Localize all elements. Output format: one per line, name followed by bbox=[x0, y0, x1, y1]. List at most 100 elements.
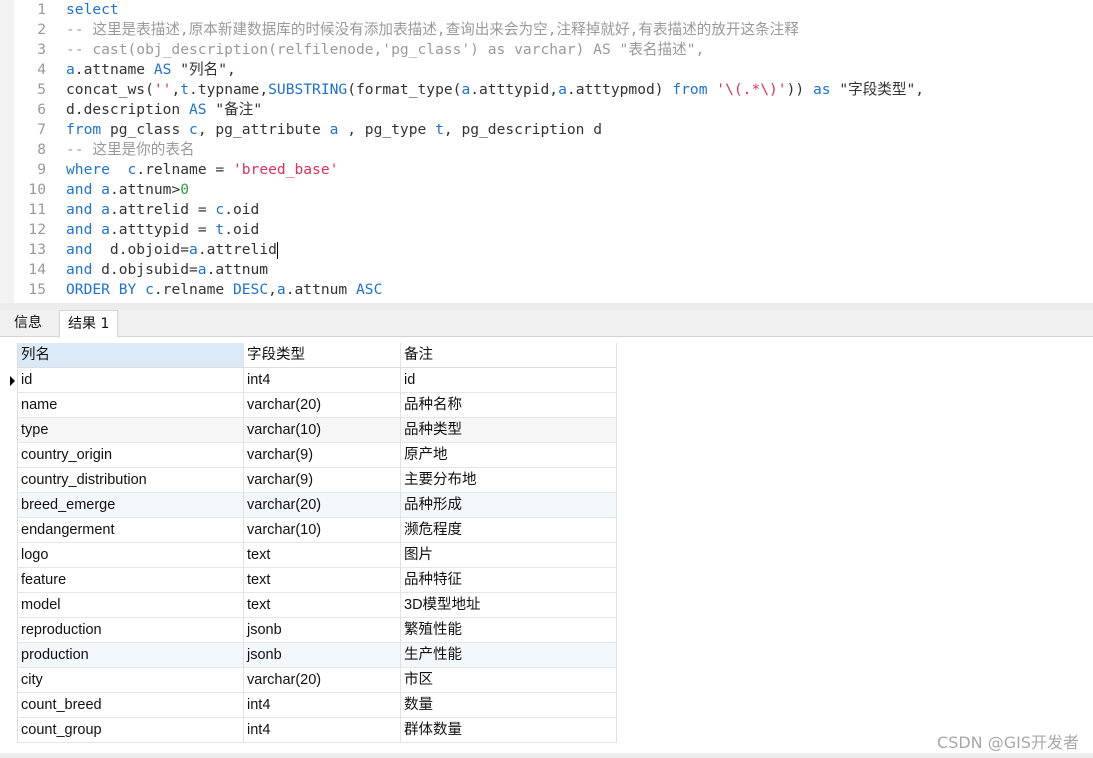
table-cell[interactable]: varchar(10) bbox=[244, 518, 401, 543]
code-line[interactable]: 9 where c.relname = 'breed_base' bbox=[0, 160, 338, 180]
column-header[interactable]: 字段类型 bbox=[244, 343, 401, 368]
code-line[interactable]: 14 and d.objsubid=a.attnum bbox=[0, 260, 268, 280]
sql-editor[interactable]: 1 select 2 -- 这里是表描述,原本新建数据库的时候没有添加表描述,查询出来… bbox=[0, 0, 1093, 303]
table-cell[interactable]: 生产性能 bbox=[401, 643, 617, 668]
table-cell[interactable]: 品种特征 bbox=[401, 568, 617, 593]
table-cell[interactable]: 群体数量 bbox=[401, 718, 617, 743]
code-line[interactable]: 8 -- 这里是你的表名 bbox=[0, 140, 194, 160]
row-indicator[interactable] bbox=[6, 668, 18, 693]
row-indicator[interactable] bbox=[6, 443, 18, 468]
table-row[interactable]: logo text 图片 bbox=[6, 543, 617, 568]
table-cell[interactable]: 数量 bbox=[401, 693, 617, 718]
table-cell[interactable]: production bbox=[18, 643, 244, 668]
code-line[interactable]: 4 a.attname AS "列名", bbox=[0, 60, 236, 80]
code-line[interactable]: 12 and a.atttypid = t.oid bbox=[0, 220, 259, 240]
code-line[interactable]: 1 select bbox=[0, 0, 119, 20]
table-cell[interactable]: text bbox=[244, 568, 401, 593]
table-cell[interactable]: 图片 bbox=[401, 543, 617, 568]
code-line[interactable]: 7 from pg_class c, pg_attribute a , pg_ty… bbox=[0, 120, 602, 140]
table-row[interactable]: type varchar(10) 品种类型 bbox=[6, 418, 617, 443]
table-row[interactable]: breed_emerge varchar(20) 品种形成 bbox=[6, 493, 617, 518]
table-cell[interactable]: text bbox=[244, 593, 401, 618]
table-cell[interactable]: country_distribution bbox=[18, 468, 244, 493]
table-row[interactable]: feature text 品种特征 bbox=[6, 568, 617, 593]
table-cell[interactable]: logo bbox=[18, 543, 244, 568]
row-indicator[interactable] bbox=[6, 518, 18, 543]
table-cell[interactable]: name bbox=[18, 393, 244, 418]
table-cell[interactable]: count_group bbox=[18, 718, 244, 743]
table-cell[interactable]: jsonb bbox=[244, 618, 401, 643]
table-cell[interactable]: varchar(9) bbox=[244, 443, 401, 468]
row-indicator[interactable] bbox=[6, 468, 18, 493]
table-row[interactable]: country_origin varchar(9) 原产地 bbox=[6, 443, 617, 468]
table-cell[interactable]: varchar(20) bbox=[244, 393, 401, 418]
table-row[interactable]: city varchar(20) 市区 bbox=[6, 668, 617, 693]
table-cell[interactable]: int4 bbox=[244, 693, 401, 718]
code-line[interactable]: 6 d.description AS "备注" bbox=[0, 100, 262, 120]
table-row[interactable]: production jsonb 生产性能 bbox=[6, 643, 617, 668]
splitter[interactable] bbox=[0, 303, 1093, 310]
tab-result-1[interactable]: 结果 1 bbox=[59, 310, 119, 338]
code-token: .oid bbox=[224, 221, 260, 238]
code-line[interactable]: 5 concat_ws('',t.typname,SUBSTRING(format… bbox=[0, 80, 924, 100]
column-header[interactable]: 列名 bbox=[18, 343, 244, 368]
row-indicator[interactable] bbox=[6, 493, 18, 518]
table-cell[interactable]: 品种名称 bbox=[401, 393, 617, 418]
table-cell[interactable]: varchar(20) bbox=[244, 493, 401, 518]
table-cell[interactable]: type bbox=[18, 418, 244, 443]
code-line[interactable]: 13 and d.objoid=a.attrelid bbox=[0, 240, 278, 260]
code-line[interactable]: 3 -- cast(obj_description(relfilenode,'pg… bbox=[0, 40, 704, 60]
table-cell[interactable]: 品种形成 bbox=[401, 493, 617, 518]
row-indicator[interactable] bbox=[6, 568, 18, 593]
table-cell[interactable]: id bbox=[401, 368, 617, 393]
row-indicator[interactable] bbox=[6, 593, 18, 618]
code-line[interactable]: 11 and a.attrelid = c.oid bbox=[0, 200, 259, 220]
table-row[interactable]: id int4 id bbox=[6, 368, 617, 393]
table-cell[interactable]: 濒危程度 bbox=[401, 518, 617, 543]
table-cell[interactable]: city bbox=[18, 668, 244, 693]
table-cell[interactable]: feature bbox=[18, 568, 244, 593]
row-indicator[interactable] bbox=[6, 543, 18, 568]
table-cell[interactable]: jsonb bbox=[244, 643, 401, 668]
table-cell[interactable]: 品种类型 bbox=[401, 418, 617, 443]
table-cell[interactable]: 原产地 bbox=[401, 443, 617, 468]
code-line[interactable]: 10 and a.attnum>0 bbox=[0, 180, 189, 200]
code-token: a bbox=[276, 281, 286, 298]
row-indicator[interactable] bbox=[6, 368, 18, 393]
row-indicator[interactable] bbox=[6, 618, 18, 643]
row-indicator[interactable] bbox=[6, 393, 18, 418]
table-row[interactable]: count_group int4 群体数量 bbox=[6, 718, 617, 743]
table-cell[interactable]: id bbox=[18, 368, 244, 393]
table-cell[interactable]: 繁殖性能 bbox=[401, 618, 617, 643]
table-cell[interactable]: breed_emerge bbox=[18, 493, 244, 518]
table-cell[interactable]: text bbox=[244, 543, 401, 568]
table-cell[interactable]: varchar(9) bbox=[244, 468, 401, 493]
row-indicator[interactable] bbox=[6, 643, 18, 668]
table-row[interactable]: endangerment varchar(10) 濒危程度 bbox=[6, 518, 617, 543]
table-cell[interactable]: endangerment bbox=[18, 518, 244, 543]
row-indicator[interactable] bbox=[6, 718, 18, 743]
table-cell[interactable]: country_origin bbox=[18, 443, 244, 468]
row-indicator[interactable] bbox=[6, 693, 18, 718]
table-row[interactable]: name varchar(20) 品种名称 bbox=[6, 393, 617, 418]
table-cell[interactable]: 主要分布地 bbox=[401, 468, 617, 493]
table-cell[interactable]: 3D模型地址 bbox=[401, 593, 617, 618]
column-header[interactable]: 备注 bbox=[401, 343, 617, 368]
table-row[interactable]: country_distribution varchar(9) 主要分布地 bbox=[6, 468, 617, 493]
table-cell[interactable]: int4 bbox=[244, 368, 401, 393]
tab-info[interactable]: 信息 bbox=[6, 310, 50, 337]
table-cell[interactable]: varchar(20) bbox=[244, 668, 401, 693]
row-indicator[interactable] bbox=[6, 418, 18, 443]
table-row[interactable]: count_breed int4 数量 bbox=[6, 693, 617, 718]
table-cell[interactable]: varchar(10) bbox=[244, 418, 401, 443]
table-row[interactable]: model text 3D模型地址 bbox=[6, 593, 617, 618]
code-line[interactable]: 2 -- 这里是表描述,原本新建数据库的时候没有添加表描述,查询出来会为空,注释掉… bbox=[0, 20, 799, 40]
table-cell[interactable]: 市区 bbox=[401, 668, 617, 693]
table-cell[interactable]: reproduction bbox=[18, 618, 244, 643]
code-line[interactable]: 15 ORDER BY c.relname DESC,a.attnum ASC bbox=[0, 280, 382, 300]
table-cell[interactable]: model bbox=[18, 593, 244, 618]
table-cell[interactable]: count_breed bbox=[18, 693, 244, 718]
table-cell[interactable]: int4 bbox=[244, 718, 401, 743]
table-row[interactable]: reproduction jsonb 繁殖性能 bbox=[6, 618, 617, 643]
text-cursor bbox=[276, 241, 278, 259]
